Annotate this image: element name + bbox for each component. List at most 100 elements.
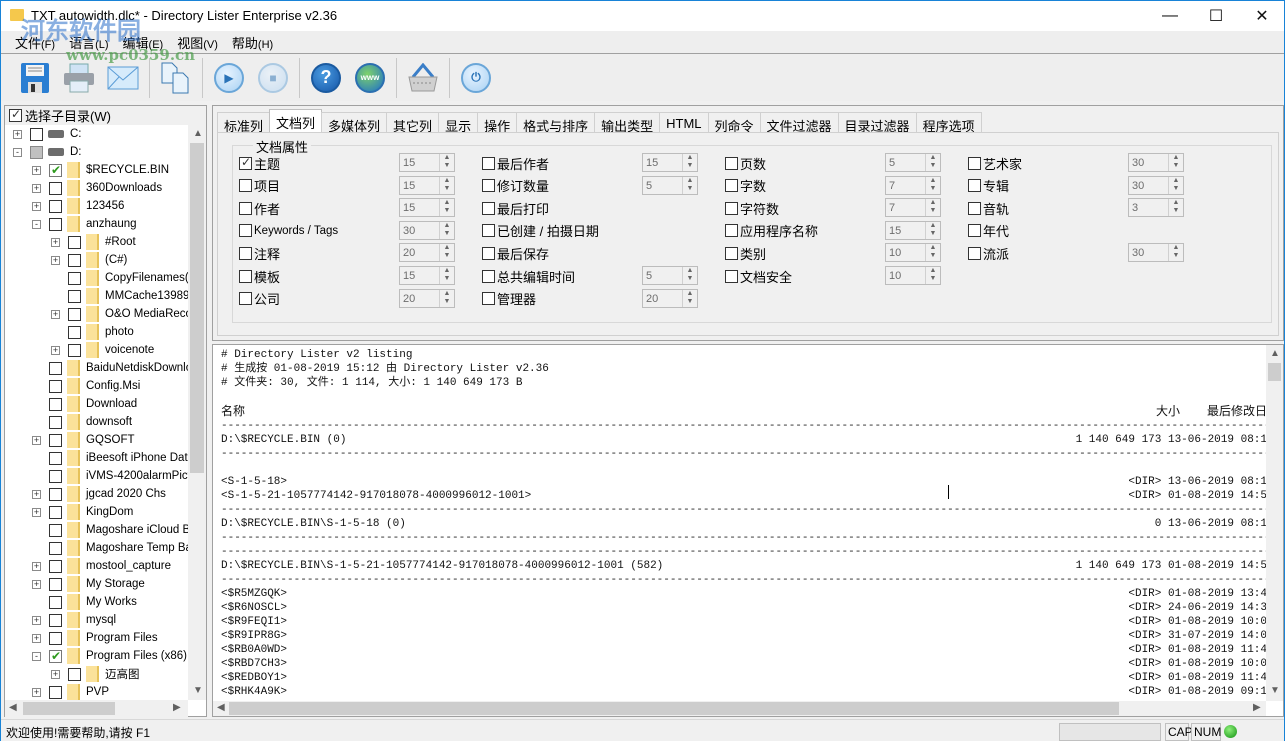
tree-checkbox[interactable]	[30, 145, 43, 159]
tree-checkbox[interactable]	[49, 433, 62, 447]
exit-button[interactable]: ⏻	[456, 58, 496, 98]
scroll-down-icon[interactable]: ▼	[193, 685, 203, 696]
expand-icon[interactable]: +	[32, 615, 41, 625]
spinner-arrows-icon[interactable]: ▲ ▼	[682, 267, 697, 284]
tree-node[interactable]: + KingDom	[32, 503, 133, 521]
checkbox[interactable]	[9, 107, 22, 122]
tree-checkbox[interactable]	[68, 325, 81, 339]
tree-checkbox[interactable]	[49, 199, 62, 213]
email-button[interactable]	[103, 58, 143, 98]
spinner-value[interactable]: 20	[403, 293, 415, 305]
menu-edit[interactable]: 编辑(E)	[123, 33, 164, 52]
basket-button[interactable]	[403, 58, 443, 98]
print-button[interactable]	[59, 58, 99, 98]
tree-checkbox[interactable]	[49, 163, 62, 177]
tab-0[interactable]: 标准列	[217, 112, 271, 134]
play-button[interactable]: ▶	[209, 58, 249, 98]
scroll-up-icon[interactable]: ▲	[193, 128, 203, 139]
spinner-arrows-icon[interactable]: ▲ ▼	[682, 289, 697, 307]
tree-checkbox[interactable]	[49, 379, 62, 393]
property-checkbox[interactable]: 主题	[239, 154, 280, 172]
tree-node[interactable]: + GQSOFT	[32, 431, 135, 449]
checkbox[interactable]	[239, 246, 252, 260]
column-width-spinner[interactable]: 30 ▲ ▼	[399, 220, 455, 240]
menu-view[interactable]: 视图(V)	[177, 33, 218, 52]
tree-checkbox[interactable]	[49, 469, 62, 483]
spinner-arrows-icon[interactable]: ▲ ▼	[925, 221, 940, 239]
spinner-value[interactable]: 30	[403, 225, 415, 237]
collapse-icon[interactable]: -	[13, 147, 22, 157]
tree-checkbox[interactable]	[68, 289, 81, 303]
column-width-spinner[interactable]: 15 ▲ ▼	[399, 198, 455, 218]
expand-icon[interactable]: +	[32, 633, 41, 643]
output-horizontal-scrollbar[interactable]: ◀ ▶	[213, 701, 1266, 716]
tree-node[interactable]: + PVP	[32, 683, 109, 700]
column-width-spinner[interactable]: 3 ▲ ▼	[1128, 198, 1184, 218]
tree-node[interactable]: CopyFilenames(x64)	[51, 269, 188, 287]
checkbox[interactable]	[968, 224, 981, 238]
tree-checkbox[interactable]	[68, 235, 81, 249]
expand-icon[interactable]: +	[13, 129, 22, 139]
tree-node[interactable]: +123456	[32, 197, 124, 215]
tab-10[interactable]: 文件过滤器	[759, 112, 839, 134]
tree-checkbox[interactable]	[49, 397, 62, 411]
property-checkbox[interactable]: 艺术家	[968, 154, 1022, 172]
spinner-arrows-icon[interactable]: ▲ ▼	[439, 199, 454, 217]
scroll-left-icon[interactable]: ◀	[217, 702, 225, 713]
property-checkbox[interactable]: 最后作者	[482, 154, 549, 172]
spinner-value[interactable]: 15	[889, 225, 901, 237]
tab-9[interactable]: 列命令	[707, 112, 761, 134]
property-checkbox[interactable]: 项目	[239, 177, 280, 195]
tree-checkbox[interactable]	[49, 559, 62, 573]
tree-checkbox[interactable]	[49, 181, 62, 195]
tab-7[interactable]: 输出类型	[594, 112, 661, 134]
column-width-spinner[interactable]: 20 ▲ ▼	[399, 288, 455, 308]
property-checkbox[interactable]: 字数	[725, 177, 766, 195]
property-checkbox[interactable]: 已创建 / 拍摄日期	[482, 222, 599, 240]
tree-checkbox[interactable]	[49, 523, 62, 537]
tree-node[interactable]: + mysql	[32, 611, 116, 629]
scroll-left-icon[interactable]: ◀	[9, 702, 17, 713]
spinner-value[interactable]: 15	[646, 157, 658, 169]
spinner-arrows-icon[interactable]: ▲ ▼	[439, 267, 454, 284]
tree-node[interactable]: Download	[32, 395, 137, 413]
expand-icon[interactable]: +	[32, 507, 41, 517]
minimize-button[interactable]: —	[1147, 1, 1193, 31]
spinner-arrows-icon[interactable]: ▲ ▼	[682, 176, 697, 194]
tree-node[interactable]: + #Root	[51, 233, 136, 251]
column-width-spinner[interactable]: 15 ▲ ▼	[642, 153, 698, 172]
scroll-thumb[interactable]	[23, 702, 115, 715]
tree-checkbox[interactable]	[49, 613, 62, 627]
select-subdirectories-checkbox[interactable]: 选择子目录(W)	[5, 106, 206, 125]
tab-2[interactable]: 多媒体列	[321, 112, 388, 134]
property-checkbox[interactable]: 应用程序名称	[725, 222, 818, 240]
spinner-value[interactable]: 3	[1132, 202, 1138, 214]
property-checkbox[interactable]: 管理器	[482, 290, 536, 308]
expand-icon[interactable]: +	[51, 309, 60, 319]
tree-checkbox[interactable]	[49, 631, 62, 645]
expand-icon[interactable]: +	[32, 201, 41, 211]
menu-help[interactable]: 帮助(H)	[232, 33, 273, 52]
checkbox[interactable]	[239, 201, 252, 215]
tree-checkbox[interactable]	[68, 343, 81, 357]
spinner-arrows-icon[interactable]: ▲ ▼	[439, 176, 454, 194]
property-checkbox[interactable]: 专辑	[968, 177, 1009, 195]
scroll-down-icon[interactable]: ▼	[1270, 685, 1280, 696]
tree-node[interactable]: +360Downloads	[32, 179, 162, 197]
tree-checkbox[interactable]	[49, 541, 62, 555]
property-checkbox[interactable]: 最后打印	[482, 199, 549, 217]
collapse-icon[interactable]: -	[32, 219, 41, 229]
checkbox[interactable]	[239, 179, 252, 193]
checkbox[interactable]	[482, 156, 495, 170]
save-button[interactable]	[15, 58, 55, 98]
tree-horizontal-scrollbar[interactable]: ◀ ▶	[5, 700, 188, 717]
column-width-spinner[interactable]: 10 ▲ ▼	[885, 266, 941, 285]
tree-checkbox[interactable]	[49, 577, 62, 591]
tree-node[interactable]: iBeesoft iPhone Data Recovery	[32, 449, 188, 467]
property-checkbox[interactable]: 类别	[725, 244, 766, 262]
spinner-value[interactable]: 15	[403, 157, 415, 169]
column-width-spinner[interactable]: 15 ▲ ▼	[399, 153, 455, 172]
tab-1[interactable]: 文档列	[269, 109, 323, 132]
tab-3[interactable]: 其它列	[386, 112, 440, 134]
stop-button[interactable]: ■	[253, 58, 293, 98]
